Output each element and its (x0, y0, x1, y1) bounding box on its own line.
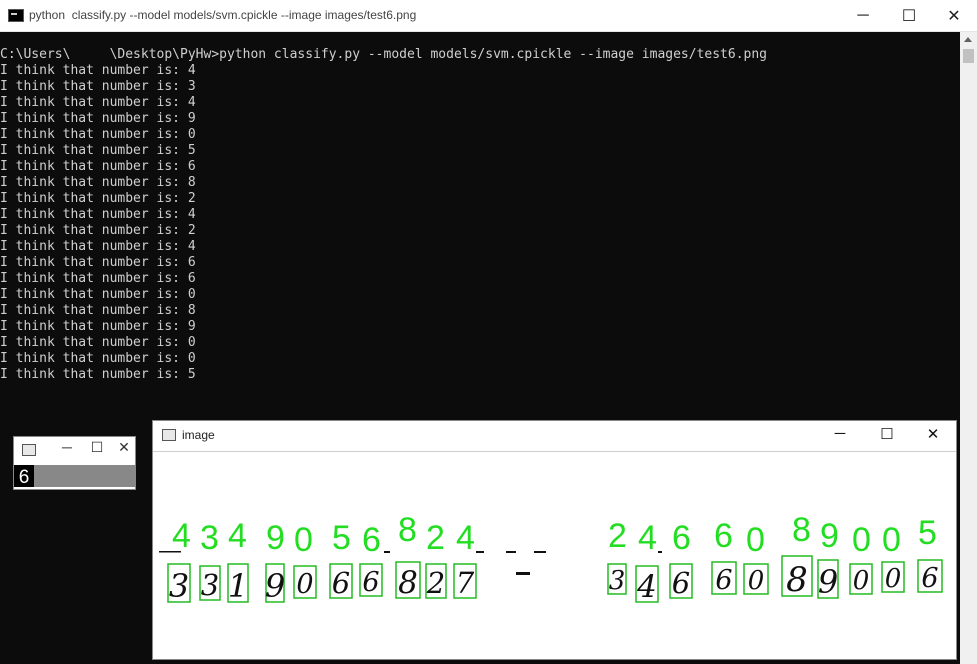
ink-smudge (159, 551, 181, 553)
predicted-label: 4 (228, 517, 247, 555)
handwritten-digit: 2 (426, 566, 445, 600)
image-window-icon (162, 429, 176, 441)
prediction-line: I think that number is: 5 (0, 367, 196, 382)
small-digit-window[interactable]: ─ ☐ ✕ 6 (13, 436, 136, 490)
small-close-button[interactable]: ✕ (114, 439, 134, 456)
predicted-label: 5 (332, 519, 351, 557)
prediction-line: I think that number is: 0 (0, 335, 196, 350)
handwritten-digit: 1 (228, 567, 248, 605)
roi-digit-preview: 6 (14, 465, 34, 488)
prediction-line: I think that number is: 8 (0, 303, 196, 318)
console-scrollbar[interactable] (960, 32, 977, 664)
ink-smudge (384, 551, 390, 553)
small-minimize-button[interactable]: ─ (57, 439, 77, 455)
console-close-button[interactable]: ✕ (931, 0, 977, 31)
prediction-line: I think that number is: 2 (0, 223, 196, 238)
predicted-label: 2 (608, 517, 627, 555)
handwritten-digit: 0 (296, 569, 313, 600)
prediction-line: I think that number is: 9 (0, 111, 196, 126)
prediction-line: I think that number is: 5 (0, 143, 196, 158)
ink-smudge (516, 572, 530, 575)
handwritten-digit: 6 (715, 565, 732, 596)
predicted-label: 6 (362, 521, 381, 559)
console-app-icon (8, 9, 24, 22)
console-command-line: C:\Users\ \Desktop\PyHw>python classify.… (0, 47, 768, 62)
scrollbar-thumb[interactable] (963, 49, 974, 63)
predicted-label: 8 (398, 511, 417, 549)
ink-smudge (534, 551, 546, 553)
handwritten-digit: 6 (672, 566, 690, 600)
handwritten-digit: 0 (885, 564, 902, 594)
prediction-line: I think that number is: 4 (0, 207, 196, 222)
handwritten-digit: 4 (636, 569, 657, 605)
image-canvas: 4349056824246608900533190668273466089006 (154, 452, 955, 658)
handwritten-digit: 6 (362, 567, 379, 598)
ink-smudge (506, 551, 516, 553)
handwritten-digit: 3 (609, 566, 626, 596)
predicted-label: 0 (294, 521, 313, 559)
prediction-line: I think that number is: 2 (0, 191, 196, 206)
predicted-label: 6 (714, 517, 733, 555)
predicted-label: 4 (638, 519, 657, 557)
predicted-label: 9 (820, 517, 839, 555)
ink-smudge (476, 551, 484, 553)
predicted-label: 8 (792, 511, 811, 549)
image-maximize-button[interactable]: ☐ (875, 425, 899, 443)
prediction-line: I think that number is: 0 (0, 351, 196, 366)
predicted-label: 3 (200, 519, 219, 557)
prediction-line: I think that number is: 8 (0, 175, 196, 190)
image-close-button[interactable]: ✕ (921, 425, 945, 443)
console-maximize-button[interactable]: ☐ (886, 0, 932, 31)
predicted-label: 6 (672, 519, 691, 557)
console-minimize-button[interactable]: ─ (840, 0, 886, 31)
predicted-label: 0 (746, 521, 765, 559)
prediction-line: I think that number is: 4 (0, 63, 196, 78)
prediction-line: I think that number is: 4 (0, 95, 196, 110)
handwritten-digit: 0 (748, 566, 765, 596)
image-minimize-button[interactable]: ─ (828, 425, 852, 442)
handwritten-digit: 8 (786, 560, 808, 600)
image-window-title: image (182, 428, 215, 442)
handwritten-digit: 8 (398, 565, 418, 601)
console-window-title: python classify.py --model models/svm.cp… (29, 8, 417, 22)
handwritten-digit: 9 (818, 563, 838, 601)
predicted-label: 4 (172, 517, 191, 555)
predicted-label: 0 (852, 521, 871, 559)
ink-smudge (658, 551, 662, 553)
handwritten-digit: 6 (332, 566, 350, 600)
image-window-titlebar[interactable]: image ─ ☐ ✕ (153, 421, 956, 452)
predicted-label: 9 (266, 519, 285, 557)
prediction-line: I think that number is: 0 (0, 287, 196, 302)
digits-image: 4 3 4 9 0 5 6 8 2 4 2 4 6 6 0 8 9 0 0 53 3 1 9 0 6 6 8 2 7 3 4 6 6 0 8 9 0 0 6 (159, 511, 943, 605)
prediction-line: I think that number is: 6 (0, 271, 196, 286)
console-titlebar[interactable]: python classify.py --model models/svm.cp… (0, 0, 977, 32)
predicted-label: 5 (918, 514, 937, 552)
prediction-line: I think that number is: 4 (0, 239, 196, 254)
prediction-line: I think that number is: 3 (0, 79, 196, 94)
prediction-line: I think that number is: 9 (0, 319, 196, 334)
prediction-line: I think that number is: 6 (0, 159, 196, 174)
image-window[interactable]: image ─ ☐ ✕ 4349056824246608900533190668… (152, 420, 957, 660)
handwritten-digit: 7 (456, 566, 475, 600)
predicted-label: 0 (882, 521, 901, 559)
handwritten-digit: 9 (265, 567, 285, 605)
predicted-label: 4 (456, 519, 475, 557)
small-maximize-button[interactable]: ☐ (87, 439, 107, 456)
prediction-line: I think that number is: 0 (0, 127, 196, 142)
handwritten-digit: 6 (921, 563, 938, 594)
predicted-label: 2 (426, 519, 445, 557)
handwritten-digit: 0 (853, 566, 870, 596)
handwritten-digit: 3 (201, 568, 219, 602)
roi-digit-glyph: 6 (19, 467, 30, 487)
scroll-up-arrow-icon[interactable] (964, 37, 972, 42)
small-window-icon (22, 444, 36, 456)
prediction-line: I think that number is: 6 (0, 255, 196, 270)
handwritten-digit: 3 (169, 567, 189, 605)
